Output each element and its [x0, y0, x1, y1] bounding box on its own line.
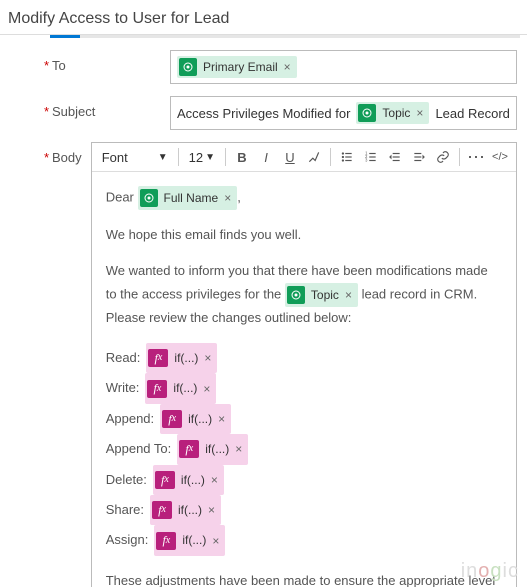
- outdent-button[interactable]: [385, 147, 405, 167]
- underline-button[interactable]: U: [280, 147, 300, 167]
- fx-icon: fx: [162, 410, 182, 428]
- privilege-label: Share:: [106, 496, 144, 525]
- editor-toolbar: Font ▼ 12 ▼ B I U: [92, 143, 516, 172]
- page-title: Modify Access to User for Lead: [0, 0, 527, 35]
- bold-button[interactable]: B: [232, 147, 252, 167]
- editor-content[interactable]: Dear Full Name × , We hope this email fi…: [92, 172, 516, 587]
- row-body: *Body Font ▼ 12 ▼ B I U: [0, 134, 527, 587]
- privilege-row: Delete:fxif(...)×: [106, 465, 502, 495]
- chevron-down-icon: ▼: [158, 152, 168, 163]
- remove-icon[interactable]: ×: [416, 107, 423, 119]
- privilege-label: Append:: [106, 405, 154, 434]
- formula-chip[interactable]: fxif(...)×: [177, 434, 248, 464]
- remove-icon[interactable]: ×: [284, 61, 291, 73]
- formula-chip[interactable]: fxif(...)×: [146, 343, 217, 373]
- fx-icon: fx: [152, 501, 172, 519]
- row-to: *To Primary Email ×: [0, 42, 527, 88]
- privilege-label: Delete:: [106, 466, 147, 495]
- remove-icon[interactable]: ×: [208, 504, 215, 516]
- tag-primary-email[interactable]: Primary Email ×: [177, 56, 297, 78]
- progress-bar: [50, 35, 520, 38]
- entity-icon: [179, 58, 197, 76]
- chevron-down-icon: ▼: [205, 152, 215, 163]
- row-subject: *Subject Access Privileges Modified for …: [0, 88, 527, 134]
- privilege-label: Assign:: [106, 526, 149, 555]
- size-select[interactable]: 12 ▼: [185, 148, 219, 167]
- code-view-button[interactable]: </>: [490, 147, 510, 167]
- fx-icon: fx: [179, 440, 199, 458]
- entity-icon: [287, 286, 305, 304]
- entity-icon: [358, 104, 376, 122]
- privilege-row: Share:fxif(...)×: [106, 495, 502, 525]
- formula-chip[interactable]: fxif(...)×: [153, 465, 224, 495]
- formula-chip[interactable]: fxif(...)×: [154, 525, 225, 555]
- more-button[interactable]: ⋯: [466, 147, 486, 167]
- tag-topic[interactable]: Topic ×: [356, 102, 429, 124]
- privilege-label: Write:: [106, 374, 140, 403]
- tag-topic[interactable]: Topic ×: [285, 283, 358, 307]
- fx-icon: fx: [147, 380, 167, 398]
- label-body: *Body: [0, 142, 91, 165]
- font-select[interactable]: Font ▼: [98, 148, 172, 167]
- label-subject: *Subject: [0, 96, 170, 119]
- formula-chip[interactable]: fxif(...)×: [150, 495, 221, 525]
- number-list-button[interactable]: 123: [361, 147, 381, 167]
- formula-chip[interactable]: fxif(...)×: [160, 404, 231, 434]
- link-button[interactable]: [433, 147, 453, 167]
- remove-icon[interactable]: ×: [235, 443, 242, 455]
- rich-text-editor: Font ▼ 12 ▼ B I U: [91, 142, 517, 587]
- remove-icon[interactable]: ×: [204, 352, 211, 364]
- remove-icon[interactable]: ×: [203, 383, 210, 395]
- privilege-list: Read:fxif(...)×Write:fxif(...)×Append:fx…: [106, 343, 502, 556]
- remove-icon[interactable]: ×: [345, 289, 352, 301]
- to-field[interactable]: Primary Email ×: [170, 50, 517, 84]
- privilege-row: Assign:fxif(...)×: [106, 525, 502, 555]
- privilege-label: Read:: [106, 344, 141, 373]
- italic-button[interactable]: I: [256, 147, 276, 167]
- label-to: *To: [0, 50, 170, 73]
- formula-chip[interactable]: fxif(...)×: [145, 373, 216, 403]
- privilege-row: Append To:fxif(...)×: [106, 434, 502, 464]
- svg-text:3: 3: [365, 158, 368, 163]
- remove-icon[interactable]: ×: [224, 192, 231, 204]
- privilege-row: Read:fxif(...)×: [106, 343, 502, 373]
- fx-icon: fx: [155, 471, 175, 489]
- privilege-label: Append To:: [106, 435, 172, 464]
- remove-icon[interactable]: ×: [211, 474, 218, 486]
- bullet-list-button[interactable]: [337, 147, 357, 167]
- remove-icon[interactable]: ×: [212, 535, 219, 547]
- subject-field[interactable]: Access Privileges Modified for Topic × L…: [170, 96, 517, 130]
- highlight-button[interactable]: [304, 147, 324, 167]
- privilege-row: Append:fxif(...)×: [106, 404, 502, 434]
- privilege-row: Write:fxif(...)×: [106, 373, 502, 403]
- fx-icon: fx: [156, 532, 176, 550]
- indent-button[interactable]: [409, 147, 429, 167]
- fx-icon: fx: [148, 349, 168, 367]
- remove-icon[interactable]: ×: [218, 413, 225, 425]
- tag-full-name[interactable]: Full Name ×: [138, 186, 238, 210]
- entity-icon: [140, 189, 158, 207]
